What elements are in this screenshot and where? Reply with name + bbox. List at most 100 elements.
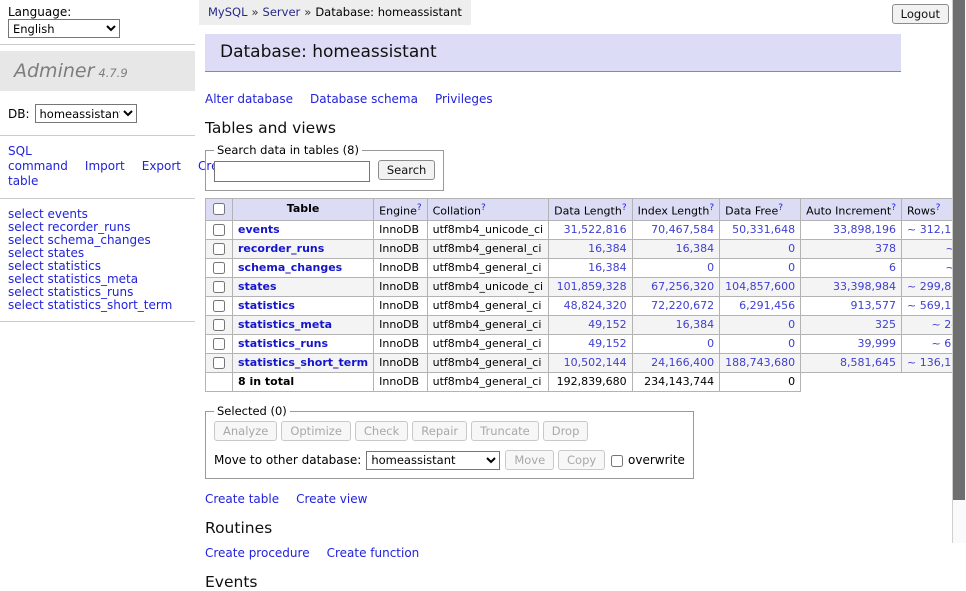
auto-increment-cell[interactable]: 325 <box>801 316 902 335</box>
data-free-cell[interactable]: 0 <box>720 335 801 354</box>
column-help-link[interactable]: ? <box>709 203 714 213</box>
row-checkbox[interactable] <box>213 224 225 236</box>
tables-heading: Tables and views <box>205 119 947 137</box>
data-length-cell[interactable]: 16,384 <box>549 259 632 278</box>
table-row: statistics_short_termInnoDButf8mb4_gener… <box>206 354 966 373</box>
row-checkbox[interactable] <box>213 319 225 331</box>
select-all-checkbox[interactable] <box>213 203 225 215</box>
routines-links: Create procedure Create function <box>205 546 947 560</box>
database-action-link[interactable]: Alter database <box>205 92 293 106</box>
data-free-cell[interactable]: 104,857,600 <box>720 278 801 297</box>
table-name-link[interactable]: statistics_short_term <box>238 356 368 369</box>
row-checkbox[interactable] <box>213 281 225 293</box>
data-free-cell[interactable]: 50,331,648 <box>720 221 801 240</box>
index-length-cell[interactable]: 16,384 <box>632 316 720 335</box>
analyze-button[interactable]: Analyze <box>214 421 277 441</box>
table-name-link[interactable]: schema_changes <box>238 261 342 274</box>
selected-fieldset: Selected (0) AnalyzeOptimizeCheckRepairT… <box>205 404 694 479</box>
row-checkbox[interactable] <box>213 262 225 274</box>
optimize-button[interactable]: Optimize <box>281 421 351 441</box>
index-length-cell[interactable]: 67,256,320 <box>632 278 720 297</box>
index-length-cell[interactable]: 24,166,400 <box>632 354 720 373</box>
scrollbar-thumb[interactable] <box>953 0 965 500</box>
collation-cell: utf8mb4_unicode_ci <box>427 221 548 240</box>
row-checkbox[interactable] <box>213 300 225 312</box>
column-help-link[interactable]: ? <box>622 203 627 213</box>
table-name-link[interactable]: states <box>238 280 277 293</box>
table-row: recorder_runsInnoDButf8mb4_general_ci16,… <box>206 240 966 259</box>
routine-create-link[interactable]: Create procedure <box>205 546 310 560</box>
column-help-link[interactable]: ? <box>481 203 486 213</box>
auto-increment-cell[interactable]: 6 <box>801 259 902 278</box>
index-length-cell[interactable]: 0 <box>632 335 720 354</box>
breadcrumb-link-server[interactable]: Server <box>263 5 301 19</box>
auto-increment-cell[interactable]: 378 <box>801 240 902 259</box>
drop-button[interactable]: Drop <box>543 421 589 441</box>
search-input[interactable] <box>214 161 370 182</box>
sidebar-command-link[interactable]: SQL command <box>8 144 68 173</box>
data-free-cell[interactable]: 0 <box>720 259 801 278</box>
truncate-button[interactable]: Truncate <box>471 421 539 441</box>
database-action-link[interactable]: Privileges <box>435 92 493 106</box>
overwrite-checkbox[interactable] <box>611 455 623 467</box>
data-length-cell[interactable]: 101,859,328 <box>549 278 632 297</box>
index-length-cell[interactable]: 0 <box>632 259 720 278</box>
data-free-cell[interactable]: 0 <box>720 316 801 335</box>
table-name-link[interactable]: events <box>238 223 280 236</box>
sidebar-table-links: select eventsselect recorder_runsselect … <box>0 199 195 322</box>
breadcrumb-link-mysql[interactable]: MySQL <box>208 5 248 19</box>
data-free-cell[interactable]: 6,291,456 <box>720 297 801 316</box>
column-help-link[interactable]: ? <box>417 203 422 213</box>
create-link[interactable]: Create table <box>205 492 279 506</box>
column-help-link[interactable]: ? <box>891 203 896 213</box>
table-name-link[interactable]: statistics_runs <box>238 337 328 350</box>
auto-increment-cell[interactable]: 913,577 <box>801 297 902 316</box>
row-checkbox[interactable] <box>213 338 225 350</box>
database-action-link[interactable]: Database schema <box>310 92 418 106</box>
search-button[interactable]: Search <box>378 160 436 180</box>
search-legend: Search data in tables (8) <box>214 143 362 157</box>
auto-increment-cell[interactable]: 33,898,196 <box>801 221 902 240</box>
data-free-cell[interactable]: 0 <box>720 240 801 259</box>
table-name-link[interactable]: statistics <box>238 299 295 312</box>
data-length-cell[interactable]: 48,824,320 <box>549 297 632 316</box>
language-select[interactable]: English <box>8 19 120 38</box>
breadcrumb-separator: » <box>252 5 259 19</box>
check-button[interactable]: Check <box>355 421 408 441</box>
routine-create-link[interactable]: Create function <box>327 546 420 560</box>
data-length-cell[interactable]: 49,152 <box>549 316 632 335</box>
data-length-cell[interactable]: 49,152 <box>549 335 632 354</box>
column-header: Auto Increment? <box>801 198 902 221</box>
index-length-cell[interactable]: 72,220,672 <box>632 297 720 316</box>
tables-header-row: TableEngine?Collation?Data Length?Index … <box>206 198 966 221</box>
data-length-cell[interactable]: 16,384 <box>549 240 632 259</box>
sidebar-command-link[interactable]: Import <box>85 159 125 173</box>
index-length-cell[interactable]: 16,384 <box>632 240 720 259</box>
create-link[interactable]: Create view <box>296 492 367 506</box>
table-name-link[interactable]: recorder_runs <box>238 242 324 255</box>
table-name-link[interactable]: statistics_meta <box>238 318 332 331</box>
auto-increment-cell[interactable]: 8,581,645 <box>801 354 902 373</box>
repair-button[interactable]: Repair <box>412 421 467 441</box>
row-checkbox[interactable] <box>213 357 225 369</box>
sidebar-table-link[interactable]: select statistics_short_term <box>8 299 187 312</box>
db-select[interactable]: homeassistant <box>35 104 137 123</box>
move-button[interactable]: Move <box>505 450 554 470</box>
data-length-cell[interactable]: 10,502,144 <box>549 354 632 373</box>
column-header: Data Free? <box>720 198 801 221</box>
move-row: Move to other database:homeassistantMove… <box>214 450 685 470</box>
row-checkbox[interactable] <box>213 243 225 255</box>
column-help-link[interactable]: ? <box>778 203 783 213</box>
engine-cell: InnoDB <box>374 354 427 373</box>
column-help-link[interactable]: ? <box>936 203 941 213</box>
vertical-scrollbar[interactable] <box>952 0 966 543</box>
data-free-cell[interactable]: 188,743,680 <box>720 354 801 373</box>
index-length-cell[interactable]: 70,467,584 <box>632 221 720 240</box>
collation-cell: utf8mb4_general_ci <box>427 297 548 316</box>
auto-increment-cell[interactable]: 33,398,984 <box>801 278 902 297</box>
data-length-cell[interactable]: 31,522,816 <box>549 221 632 240</box>
sidebar-command-link[interactable]: Export <box>142 159 181 173</box>
auto-increment-cell[interactable]: 39,999 <box>801 335 902 354</box>
move-database-select[interactable]: homeassistant <box>366 451 500 470</box>
copy-button[interactable]: Copy <box>558 450 605 470</box>
